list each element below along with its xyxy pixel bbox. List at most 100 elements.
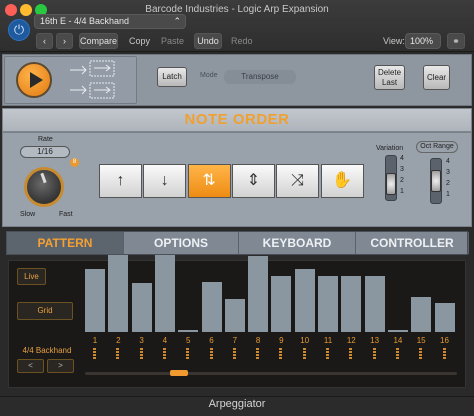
latch-button[interactable]: Latch [157,67,187,87]
note-order-down-button[interactable]: ↓ [143,164,187,198]
up-down-icon: ⇅ [202,172,216,189]
link-button[interactable]: ⚭ [447,33,465,49]
preset-dropdown[interactable]: 16th E - 4/4 Backhand ⌃ [34,14,186,29]
step-octave-indicator[interactable] [442,348,446,360]
chevron-right-icon: › [63,36,66,46]
chevron-left-icon: ‹ [43,36,46,46]
play-button[interactable] [16,62,52,98]
copy-button[interactable]: Copy [129,33,150,49]
routing-icon [70,60,115,99]
note-order-title: NOTE ORDER [184,111,290,128]
note-order-up-down-button[interactable]: ⇅ [187,164,231,198]
step-octave-indicator[interactable] [395,348,399,360]
step-velocity-bar[interactable] [85,269,105,332]
step-octave-indicator[interactable] [349,348,353,360]
step-velocity-bar[interactable] [108,255,129,332]
rate-badge: 8 [70,158,79,167]
tab-options[interactable]: OPTIONS [124,232,239,254]
undo-button[interactable]: Undo [194,33,222,49]
step-velocity-bar[interactable] [154,255,175,332]
pattern-prev-button[interactable]: < [17,359,44,373]
delete-last-button[interactable]: Delete Last [374,65,405,90]
up-icon: ↑ [116,172,125,189]
step-octave-indicator[interactable] [209,348,213,360]
hand-icon: ✋ [332,172,352,189]
note-order-hand-button[interactable]: ✋ [320,164,364,198]
step-number: 12 [346,336,356,345]
step-velocity-bar[interactable] [248,256,269,332]
step-velocity-bar[interactable] [434,303,455,332]
step-number: 9 [279,336,284,345]
step-octave-indicator[interactable] [256,348,260,360]
step-octave-indicator[interactable] [302,348,306,360]
step-octave-indicator[interactable] [162,348,166,360]
step-velocity-bar[interactable] [411,297,432,332]
note-order-outside-in-button[interactable]: ⇕ [231,164,275,198]
note-order-random-button[interactable]: ⤨ [276,164,320,198]
zoom-dropdown[interactable]: 100% ◇ [405,33,441,62]
step-octave-indicator[interactable] [419,348,423,360]
tab-controller[interactable]: CONTROLLER [356,232,469,254]
step-octave-indicator[interactable] [326,348,329,360]
slider-tick-label: 4 [400,155,404,162]
rate-knob[interactable] [24,167,64,207]
step-octave-indicator[interactable] [116,348,120,360]
outside-in-icon: ⇕ [246,172,261,189]
redo-button[interactable]: Redo [231,33,253,49]
tab-keyboard[interactable]: KEYBOARD [239,232,356,254]
step-number: 1 [92,336,98,345]
fast-label: Fast [59,211,73,218]
step-number: 14 [393,336,403,345]
grid-button[interactable]: Grid [17,302,73,320]
slider-tick-label: 2 [400,177,404,184]
step-velocity-bar[interactable] [318,276,338,332]
paste-button[interactable]: Paste [161,33,184,49]
mode-selector[interactable]: Transpose [224,70,296,84]
step-number: 8 [255,336,261,345]
slider-tick-label: 4 [446,158,450,165]
step-velocity-bar[interactable] [224,299,245,332]
step-number: 10 [300,336,310,345]
step-octave-indicator[interactable] [232,348,236,360]
oct-range-slider-knob[interactable] [431,170,441,192]
step-velocity-bar[interactable] [294,269,315,332]
loop-track[interactable] [85,372,457,375]
step-velocity-bar[interactable] [341,276,362,332]
step-number: 15 [416,336,426,345]
step-octave-indicator[interactable] [186,348,190,360]
knob-pointer [40,172,47,184]
step-number: 11 [323,336,333,345]
step-octave-indicator[interactable] [372,348,376,360]
step-velocity-bar[interactable] [178,330,199,332]
step-velocity-bar[interactable] [387,330,408,332]
compare-button[interactable]: Compare [79,33,118,49]
slider-tick-label: 1 [446,191,450,198]
power-icon: ⏻ [13,22,25,37]
step-velocity-bar[interactable] [364,276,385,332]
step-velocity-bar[interactable] [271,276,292,332]
plugin-name: Arpeggiator [208,398,266,410]
variation-label: Variation [376,145,404,152]
step-octave-indicator[interactable] [93,348,96,360]
pattern-next-button[interactable]: > [47,359,74,373]
step-number: 4 [162,336,168,345]
link-icon: ⚭ [452,36,460,46]
step-octave-indicator[interactable] [139,348,143,360]
down-icon: ↓ [160,172,169,189]
pattern-preset-name: 4/4 Backhand [22,346,72,355]
next-preset-button[interactable]: › [56,33,73,49]
step-velocity-bar[interactable] [131,283,152,332]
variation-slider-knob[interactable] [386,173,396,195]
live-button[interactable]: Live [17,268,46,285]
rate-value[interactable]: 1/16 [20,146,70,158]
slider-tick-label: 3 [446,169,450,176]
step-velocity-bar[interactable] [201,282,222,332]
note-order-up-button[interactable]: ↑ [99,164,142,198]
step-number: 5 [185,336,191,345]
tab-pattern[interactable]: PATTERN [7,232,124,254]
power-button[interactable]: ⏻ [8,19,30,41]
loop-position-handle[interactable] [170,370,189,376]
step-octave-indicator[interactable] [279,348,283,360]
previous-preset-button[interactable]: ‹ [36,33,53,49]
clear-button[interactable]: Clear [423,65,450,90]
